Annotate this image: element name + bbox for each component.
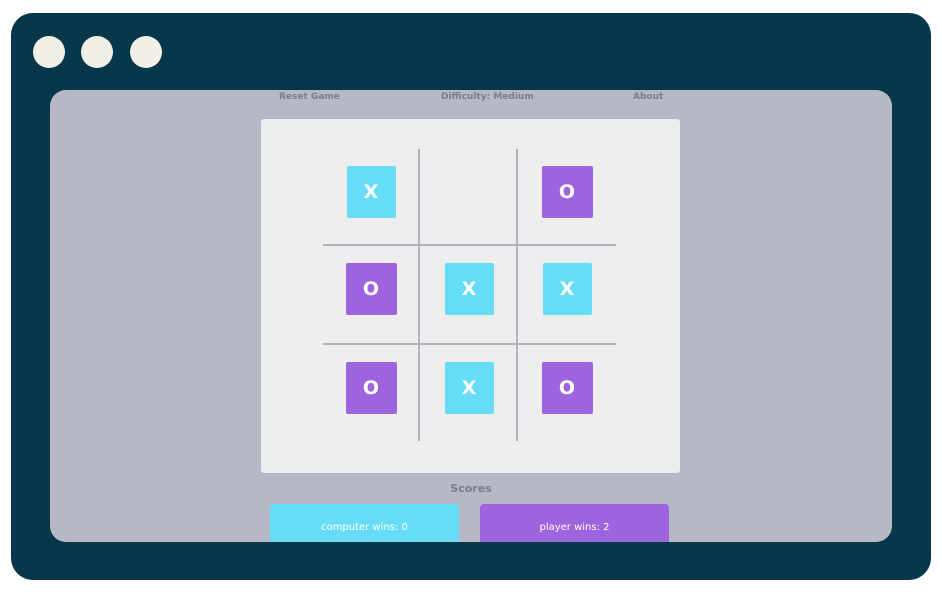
cell-mark: O	[345, 362, 397, 414]
cell-mark: X	[346, 166, 396, 218]
player-score-label: player wins: 2	[539, 522, 610, 533]
board-cell-7[interactable]: X	[420, 339, 518, 437]
board-cell-4[interactable]: X	[420, 240, 518, 338]
reset-game-link[interactable]: Reset Game	[279, 92, 340, 102]
cell-mark: O	[541, 166, 593, 218]
window-control-dot[interactable]	[33, 36, 65, 68]
board-cell-2[interactable]: O	[518, 143, 616, 241]
board-cell-6[interactable]: O	[322, 339, 420, 437]
cell-mark	[445, 166, 494, 218]
game-board: X O O X X O X O	[261, 119, 680, 473]
difficulty-link[interactable]: Difficulty: Medium	[441, 92, 534, 102]
cell-mark: O	[345, 263, 397, 315]
window-control-dot[interactable]	[130, 36, 162, 68]
about-link[interactable]: About	[633, 92, 663, 102]
board-cell-3[interactable]: O	[322, 240, 420, 338]
board-cell-8[interactable]: O	[518, 339, 616, 437]
cell-mark: X	[444, 362, 494, 414]
game-viewport: Reset Game Difficulty: Medium About X O …	[50, 90, 892, 542]
cell-mark: X	[444, 263, 494, 315]
browser-window: Reset Game Difficulty: Medium About X O …	[11, 13, 931, 580]
scores-heading: Scores	[450, 482, 492, 495]
cell-mark: X	[542, 263, 592, 315]
board-cell-5[interactable]: X	[518, 240, 616, 338]
computer-score-label: computer wins: 0	[321, 522, 408, 533]
board-cell-1[interactable]	[420, 143, 518, 241]
window-control-dot[interactable]	[81, 36, 113, 68]
board-cell-0[interactable]: X	[322, 143, 420, 241]
computer-score-card: computer wins: 0	[270, 504, 459, 542]
cell-mark: O	[541, 362, 593, 414]
player-score-card: player wins: 2	[480, 504, 669, 542]
